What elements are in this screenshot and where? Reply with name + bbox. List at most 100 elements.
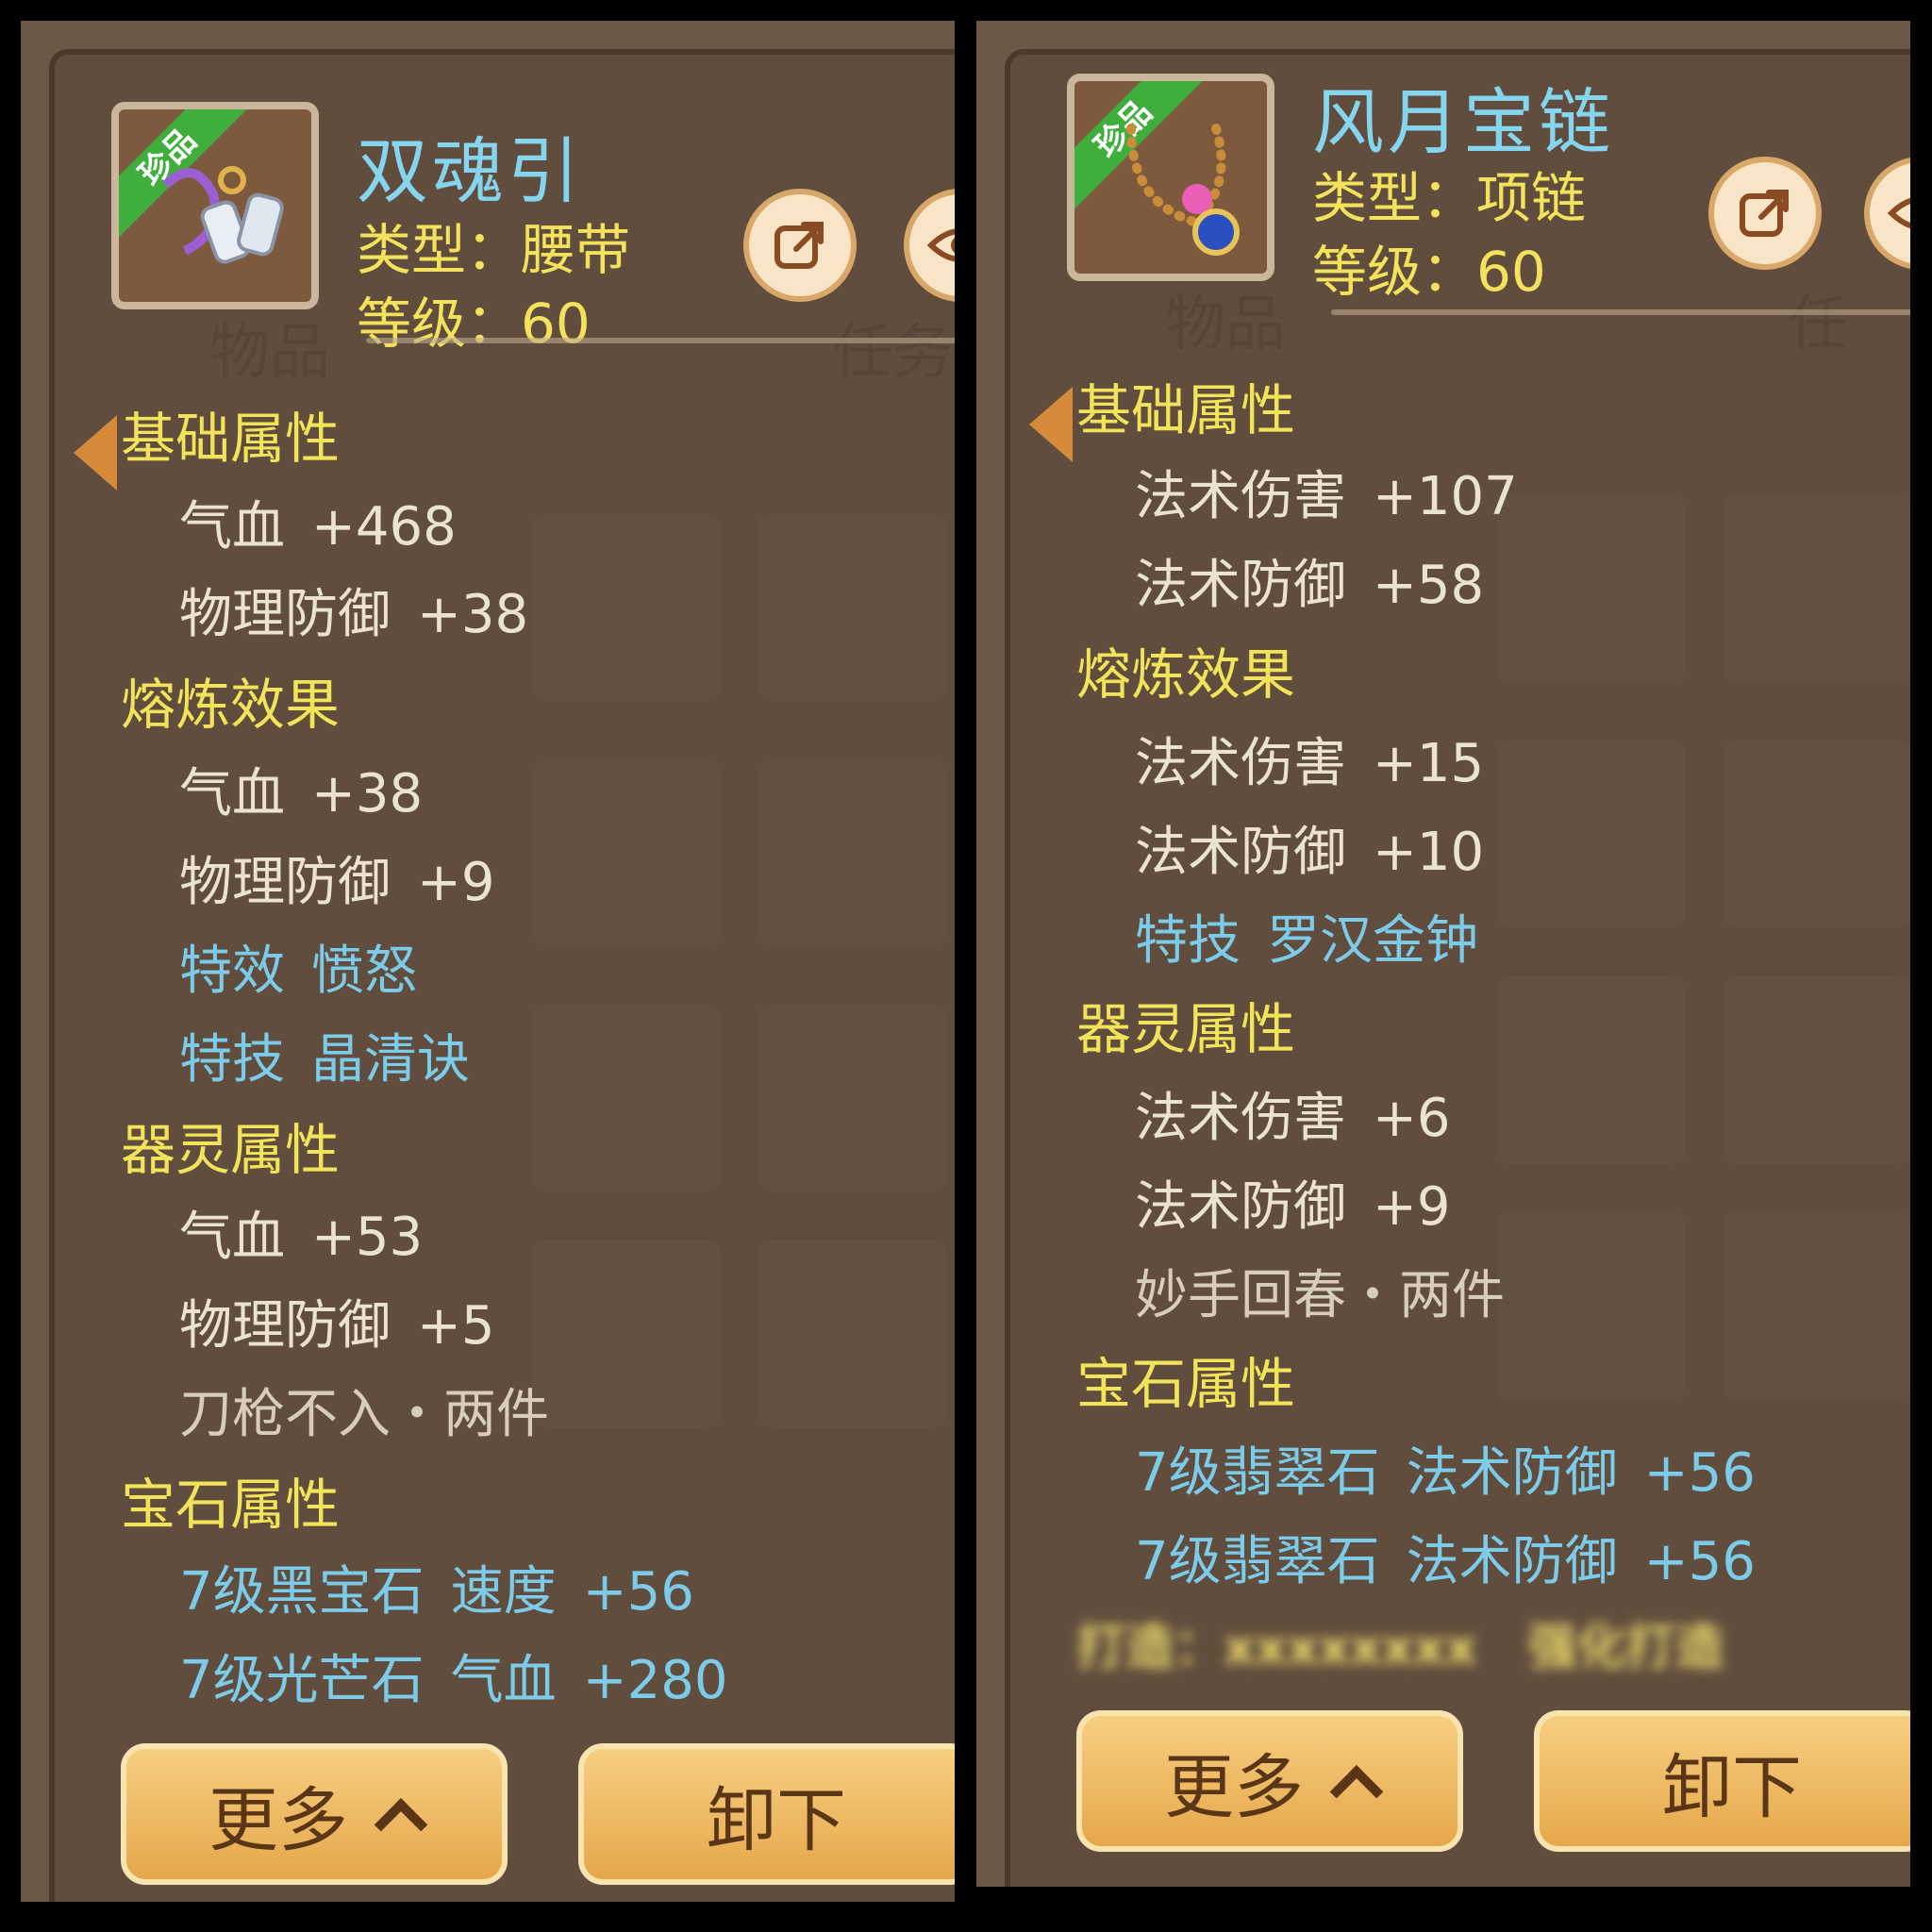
share-button[interactable]	[1708, 157, 1822, 270]
stat-value: +58	[1373, 555, 1485, 616]
stat-row: 物理防御 +5	[179, 1283, 495, 1359]
type-value: 腰带	[521, 218, 631, 282]
back-arrow-icon[interactable]	[74, 415, 117, 491]
unequip-button-label: 卸下	[707, 1779, 846, 1861]
stat-value: +15	[1373, 733, 1485, 794]
unequip-button-label: 卸下	[1662, 1746, 1802, 1828]
stat-value: +38	[417, 584, 529, 645]
stat-name: 物理防御	[179, 852, 391, 913]
stat-name: 物理防御	[179, 584, 391, 645]
stat-value: +10	[1373, 822, 1485, 883]
stat-row: 物理防御 +9	[179, 840, 495, 916]
gem-row: 7级光芒石 气血 +280	[179, 1638, 727, 1714]
belt-charm-icon	[162, 166, 284, 264]
item-level: 等级：60	[357, 279, 591, 358]
stat-value: +6	[1373, 1088, 1451, 1149]
stat-value: +9	[1373, 1176, 1451, 1238]
stat-row: 法术防御 +58	[1135, 542, 1484, 619]
stat-value: +53	[311, 1207, 424, 1268]
section-title-base: 基础属性	[1076, 378, 1296, 442]
gem-name: 7级光芒石	[179, 1650, 425, 1711]
item-type: 类型：项链	[1312, 154, 1586, 233]
stat-name: 法术伤害	[1135, 466, 1346, 527]
special-skill-row: 特技 罗汉金钟	[1135, 898, 1478, 974]
stat-name: 速度	[450, 1561, 557, 1623]
gem-name: 7级黑宝石	[179, 1561, 425, 1623]
preview-button[interactable]	[904, 189, 955, 302]
eye-icon	[1888, 197, 1910, 229]
crafter-label: 打造：	[1076, 1620, 1224, 1676]
stat-name: 法术防御	[1406, 1442, 1618, 1504]
special-name: 特技	[1135, 910, 1241, 972]
item-level: 等级：60	[1312, 227, 1546, 307]
stat-row: 法术防御 +9	[1135, 1164, 1451, 1241]
type-label: 类型：	[357, 218, 522, 282]
stat-value: +9	[417, 852, 495, 913]
stat-value: +56	[1643, 1442, 1756, 1504]
header-divider	[366, 338, 955, 343]
item-type: 类型：腰带	[357, 206, 630, 285]
chevron-up-icon	[1329, 1765, 1384, 1819]
stat-name: 气血	[179, 496, 285, 558]
crafter-info: 打造：xxxxxxxx 强化打造	[1076, 1607, 1724, 1678]
stat-name: 气血	[179, 763, 285, 824]
stat-name: 法术伤害	[1135, 733, 1346, 794]
header-divider	[1331, 309, 1910, 315]
stat-name: 气血	[450, 1650, 557, 1711]
share-icon	[774, 222, 824, 269]
stat-row: 法术伤害 +15	[1135, 721, 1484, 797]
share-icon	[1740, 190, 1789, 237]
stat-name: 法术防御	[1135, 555, 1346, 616]
item-name: 风月宝链	[1312, 80, 1614, 164]
stat-name: 法术防御	[1135, 822, 1346, 883]
more-button[interactable]: 更多	[1076, 1710, 1463, 1852]
section-title-gem: 宝石属性	[121, 1473, 341, 1537]
stat-name: 物理防御	[179, 1295, 391, 1357]
section-title-base: 基础属性	[121, 407, 341, 471]
section-title-spirit: 器灵属性	[1076, 997, 1296, 1061]
level-value: 60	[1476, 240, 1546, 304]
preview-button[interactable]	[1864, 157, 1910, 270]
set-bonus: 妙手回春・两件	[1135, 1265, 1505, 1326]
stat-value: +5	[417, 1295, 495, 1357]
eye-icon	[927, 228, 955, 262]
stat-row: 气血 +38	[179, 751, 423, 827]
stat-value: +107	[1373, 466, 1518, 527]
crafter-name: xxxxxxxx	[1224, 1620, 1477, 1676]
section-title-gem: 宝石属性	[1076, 1352, 1296, 1416]
stat-name: 法术防御	[1406, 1531, 1618, 1592]
more-button[interactable]: 更多	[121, 1743, 508, 1885]
stat-value: +280	[582, 1650, 728, 1711]
stat-name: 气血	[179, 1207, 285, 1268]
gem-row: 7级黑宝石 速度 +56	[179, 1549, 694, 1625]
item-icon-frame: 珍品	[111, 102, 319, 309]
stat-value: +468	[311, 496, 457, 558]
special-effect-row: 特效 愤怒	[179, 928, 417, 1005]
stat-row: 气血 +468	[179, 484, 457, 560]
stat-row: 物理防御 +38	[179, 572, 528, 648]
special-value: 愤怒	[311, 941, 417, 1002]
item-tooltip-right: 物品 任 珍品 风月宝链 类型：项链 等级：60	[976, 21, 1910, 1887]
tooltip-card: 珍品 风月宝链 类型：项链 等级：60 基础属性 法术伤害 +107 法术防御 …	[1005, 49, 1910, 1887]
set-bonus: 刀枪不入・两件	[179, 1384, 549, 1445]
gem-row: 7级翡翠石 法术防御 +56	[1135, 1430, 1756, 1507]
item-name: 双魂引	[357, 129, 583, 213]
stat-value: +56	[582, 1561, 694, 1623]
share-button[interactable]	[743, 189, 857, 302]
stat-name: 法术伤害	[1135, 1088, 1346, 1149]
back-arrow-icon[interactable]	[1029, 387, 1073, 462]
stat-value: +56	[1643, 1531, 1756, 1592]
special-value: 晶清诀	[311, 1029, 470, 1091]
gem-name: 7级翡翠石	[1135, 1442, 1380, 1504]
more-button-label: 更多	[1164, 1746, 1304, 1828]
type-label: 类型：	[1312, 166, 1477, 230]
section-title-refine: 熔炼效果	[1076, 642, 1296, 707]
crafter-note: 强化打造	[1527, 1620, 1724, 1676]
stat-name: 法术防御	[1135, 1176, 1346, 1238]
stat-value: +38	[311, 763, 424, 824]
unequip-button[interactable]: 卸下	[1534, 1710, 1910, 1852]
unequip-button[interactable]: 卸下	[578, 1743, 955, 1885]
chevron-up-icon	[374, 1798, 428, 1852]
stat-row: 法术伤害 +6	[1135, 1075, 1451, 1152]
type-value: 项链	[1476, 166, 1587, 230]
